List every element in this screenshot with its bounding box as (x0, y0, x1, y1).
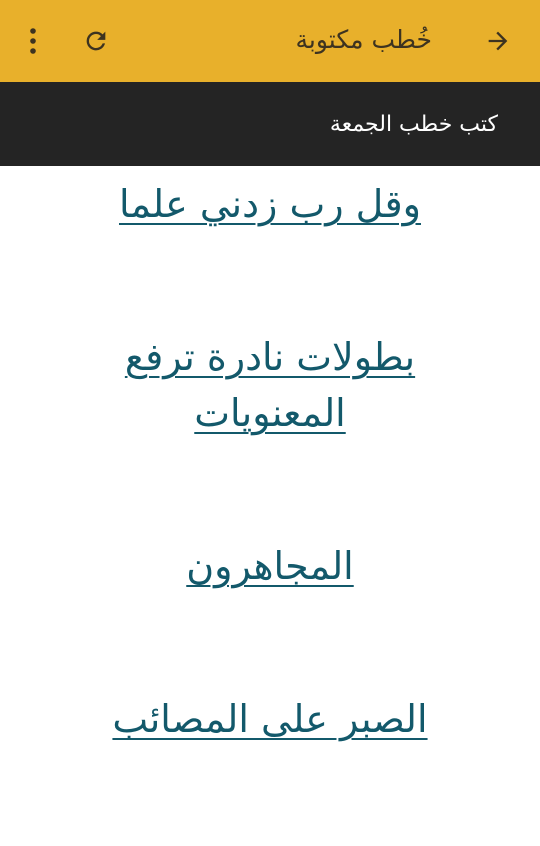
section-title: كتب خطب الجمعة (329, 112, 498, 137)
sermon-link[interactable]: المجاهرون (90, 538, 450, 594)
more-options-button[interactable] (9, 17, 57, 65)
back-button[interactable] (474, 17, 522, 65)
section-header: كتب خطب الجمعة (0, 82, 540, 166)
refresh-icon (82, 27, 110, 55)
sermon-list: وقل رب زدني علما بطولات نادرة ترفع المعن… (0, 166, 540, 846)
app-screen: خُطب مكتوبة كتب خطب الجمعة وقل رب زدني ع… (0, 0, 540, 846)
sermon-link[interactable]: بطولات نادرة ترفع المعنويات (90, 329, 450, 441)
sermon-link[interactable]: وقل رب زدني علما (90, 176, 450, 232)
app-toolbar: خُطب مكتوبة (0, 0, 540, 82)
toolbar-title: خُطب مكتوبة (295, 25, 432, 54)
sermon-link[interactable]: الصبر على المصائب (90, 691, 450, 747)
arrow-right-icon (484, 27, 512, 55)
more-vert-icon (21, 27, 45, 55)
refresh-button[interactable] (72, 17, 120, 65)
